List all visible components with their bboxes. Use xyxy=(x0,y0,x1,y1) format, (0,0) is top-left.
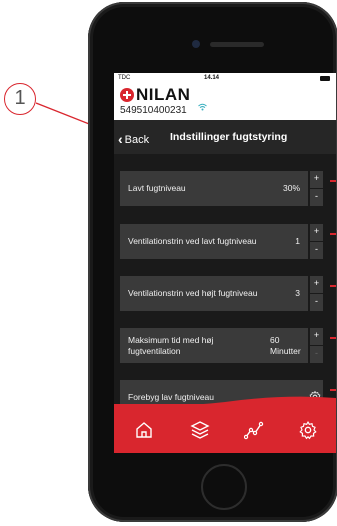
increment-button[interactable]: + xyxy=(310,171,323,188)
back-label: Back xyxy=(124,134,150,146)
status-time: 14.14 xyxy=(204,75,220,81)
annotation-marker xyxy=(330,233,336,239)
decrement-button[interactable]: - xyxy=(310,294,323,311)
setting-label: Ventilationstrin ved højt fugtniveau xyxy=(128,288,258,298)
setting-label: Ventilationstrin ved lavt fugtniveau xyxy=(128,236,257,246)
bottom-tab-bar xyxy=(114,396,336,453)
increment-button[interactable]: + xyxy=(310,224,323,241)
annotation-marker xyxy=(330,285,336,291)
annotation-marker xyxy=(330,337,336,343)
setting-row-vent-low: Ventilationstrin ved lavt fugtniveau 1 xyxy=(120,224,308,259)
setting-value: 3 xyxy=(295,288,300,298)
quantity-stepper: + - xyxy=(310,328,323,363)
setting-label: Lavt fugtniveau xyxy=(128,183,186,193)
chevron-left-icon: ‹ xyxy=(118,131,123,147)
status-bar: TDC 14.14 xyxy=(114,73,336,85)
setting-row-vent-high: Ventilationstrin ved højt fugtniveau 3 xyxy=(120,276,308,311)
navigation-bar: ‹ Back Indstillinger fugtstyring xyxy=(114,120,336,154)
front-camera xyxy=(192,40,200,48)
home-icon[interactable] xyxy=(134,420,154,440)
setting-row-low-humidity: Lavt fugtniveau 30% xyxy=(120,171,308,206)
page-title: Indstillinger fugtstyring xyxy=(170,131,288,143)
home-button[interactable] xyxy=(201,464,247,510)
quantity-stepper: + - xyxy=(310,224,323,259)
graph-icon[interactable] xyxy=(243,420,264,440)
setting-value: 1 xyxy=(295,236,300,246)
increment-button[interactable]: + xyxy=(310,276,323,293)
wifi-icon xyxy=(198,103,207,113)
device-id: 549510400231 xyxy=(120,105,187,116)
setting-value-unit: Minutter xyxy=(270,346,301,356)
annotation-marker xyxy=(330,180,336,186)
phone-screen: TDC 14.14 NILAN 549510400231 ‹ Back Indst… xyxy=(114,73,336,453)
setting-value: 30% xyxy=(282,183,300,193)
carrier-label: TDC xyxy=(118,75,131,81)
settings-gear-icon[interactable] xyxy=(298,420,318,440)
setting-value-number: 60 xyxy=(270,335,280,345)
earpiece-speaker xyxy=(210,42,264,47)
battery-icon xyxy=(320,76,330,81)
setting-row-max-time: Maksimum tid med høj fugtventilation 60 … xyxy=(120,328,308,363)
decrement-button[interactable]: - xyxy=(310,242,323,259)
nilan-logo-icon xyxy=(120,88,134,102)
setting-label: Maksimum tid med høj fugtventilation xyxy=(128,335,214,357)
quantity-stepper: + - xyxy=(310,276,323,311)
app-header: NILAN 549510400231 xyxy=(114,85,336,120)
increment-button[interactable]: + xyxy=(310,328,323,345)
tabbar-wave xyxy=(114,396,336,408)
brand-logo-text: NILAN xyxy=(136,85,191,104)
setting-value: 60 Minutter xyxy=(270,335,301,357)
decrement-button[interactable]: - xyxy=(310,189,323,206)
decrement-button[interactable]: - xyxy=(310,346,323,363)
layers-icon[interactable] xyxy=(190,420,210,440)
quantity-stepper: + - xyxy=(310,171,323,206)
back-button[interactable]: ‹ Back xyxy=(118,131,149,147)
setting-label-line: fugtventilation xyxy=(128,346,181,356)
setting-label-line: Maksimum tid med høj xyxy=(128,335,214,345)
settings-list: Lavt fugtniveau 30% + - Ventilationstrin… xyxy=(114,154,336,415)
